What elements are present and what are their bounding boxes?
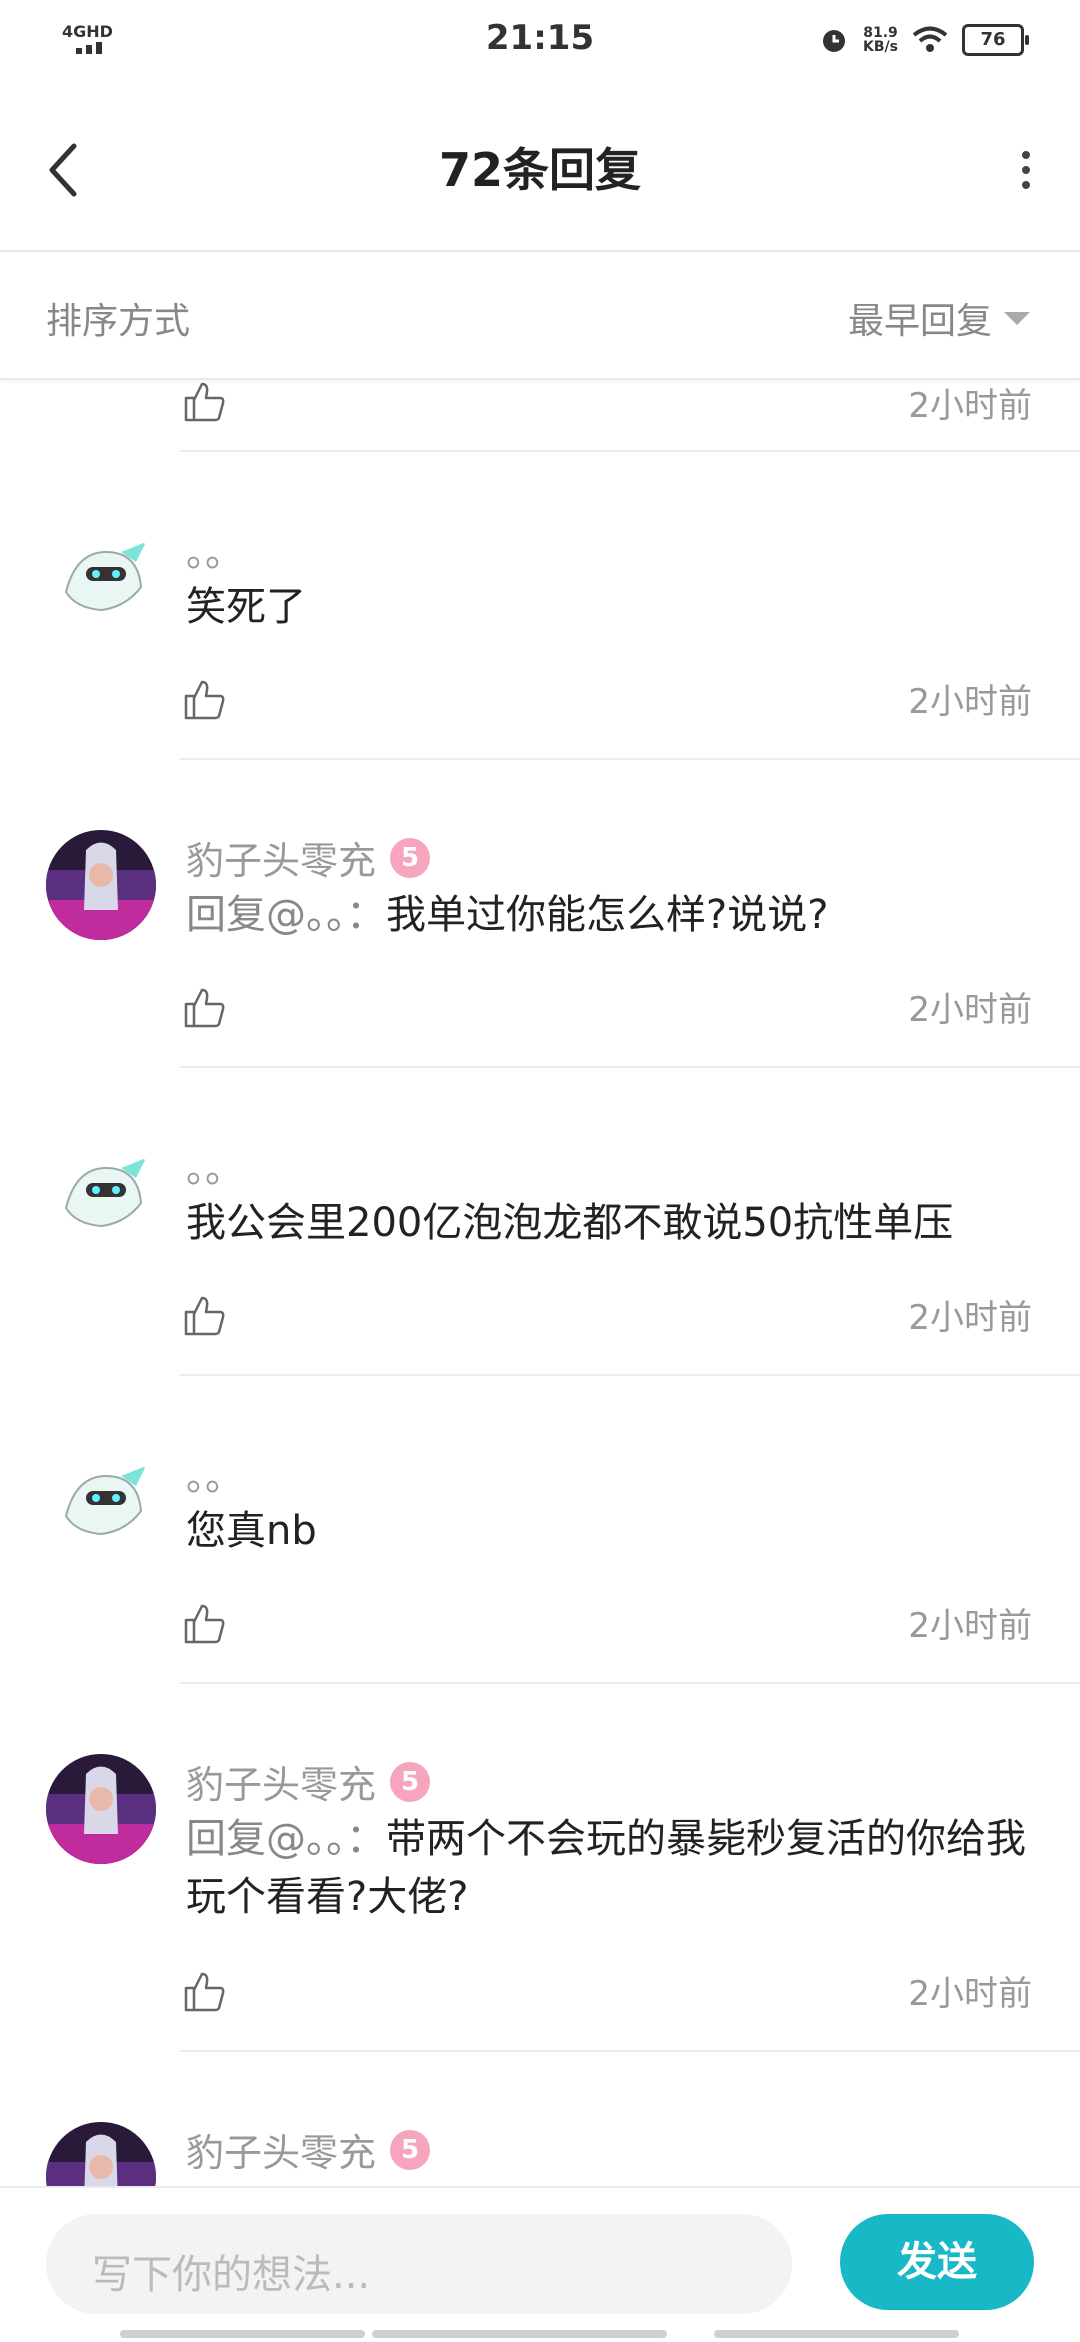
battery-icon: 76: [962, 24, 1029, 56]
comment-text: 笑死了: [186, 584, 306, 630]
wifi-icon: [912, 26, 948, 52]
thumbs-up-icon[interactable]: [182, 986, 226, 1030]
comment-text: 我公会里200亿泡泡龙都不敢说50抗性单压: [186, 1200, 954, 1246]
level-badge: 5: [390, 1761, 431, 1802]
thumbs-up-icon[interactable]: [182, 1970, 226, 2014]
list-item: 。。 您真nb 2小时前: [0, 1376, 1080, 1684]
nav-hint: [714, 2330, 959, 2338]
level-badge: 5: [390, 2129, 431, 2170]
reply-mention[interactable]: 回复@。。：: [186, 892, 386, 938]
thumbs-up-icon[interactable]: [182, 1294, 226, 1338]
alarm-icon: [823, 30, 846, 52]
comment-input[interactable]: 写下你的想法...: [46, 2214, 792, 2314]
list-item: 2小时前: [0, 380, 1080, 452]
net-speed: 81.9 KB/s: [863, 25, 898, 55]
status-bar: 4GHD 21:15 81.9 KB/s 76: [0, 0, 1080, 84]
more-options-icon[interactable]: [1020, 150, 1032, 190]
username[interactable]: 。。: [186, 522, 243, 577]
app-header: 72条回复: [0, 84, 1080, 252]
comment-text: 回复@。。：我单过你能怎么样?说说?: [186, 892, 829, 938]
avatar[interactable]: [46, 2122, 156, 2186]
list-item: 。。 我公会里200亿泡泡龙都不敢说50抗性单压 2小时前: [0, 1068, 1080, 1376]
sort-bar: 排序方式 最早回复: [0, 252, 1080, 380]
composer-bar: 写下你的想法... 发送: [0, 2186, 1080, 2342]
avatar[interactable]: [46, 1446, 156, 1556]
sort-value: 最早回复: [847, 301, 992, 342]
list-item: 豹子头零充 5: [0, 2052, 1080, 2186]
avatar[interactable]: [46, 1754, 156, 1864]
avatar[interactable]: [46, 830, 156, 940]
thumbs-up-icon[interactable]: [182, 380, 226, 424]
username[interactable]: 。。: [186, 1138, 243, 1193]
page-title: 72条回复: [438, 143, 641, 197]
thumbs-up-icon[interactable]: [182, 678, 226, 722]
nav-hint: [120, 2330, 365, 2338]
list-item: 豹子头零充 5 回复@。。：带两个不会玩的暴毙秒复活的你给我玩个看看?大佬? 2小…: [0, 1684, 1080, 2052]
level-badge: 5: [390, 837, 431, 878]
username[interactable]: 豹子头零充 5: [186, 1754, 431, 1809]
reply-list[interactable]: 2小时前 。。 笑死了 2小时前 豹子头零充 5 回复@。。：我单过你能怎么样?说…: [0, 380, 1080, 2186]
sort-label: 排序方式: [46, 301, 191, 342]
sort-dropdown[interactable]: 最早回复: [848, 292, 1030, 344]
thumbs-up-icon[interactable]: [182, 1602, 226, 1646]
comment-text: 您真nb: [186, 1508, 317, 1554]
reply-time: 2小时前: [908, 1974, 1032, 2014]
comment-text: 回复@。。：带两个不会玩的暴毙秒复活的你给我玩个看看?大佬?: [186, 1816, 1026, 1920]
nav-hint: [372, 2330, 667, 2338]
username[interactable]: 豹子头零充 5: [186, 2122, 431, 2177]
username[interactable]: 豹子头零充 5: [186, 830, 431, 885]
reply-time: 2小时前: [908, 990, 1032, 1030]
reply-mention[interactable]: 回复@。。：: [186, 1816, 386, 1862]
avatar[interactable]: [46, 522, 156, 632]
caret-down-icon: [1004, 311, 1030, 325]
reply-time: 2小时前: [908, 682, 1032, 722]
username[interactable]: 。。: [186, 1446, 243, 1501]
avatar[interactable]: [46, 1138, 156, 1248]
send-button[interactable]: 发送: [840, 2214, 1034, 2310]
reply-time: 2小时前: [908, 1298, 1032, 1338]
list-item: 豹子头零充 5 回复@。。：我单过你能怎么样?说说? 2小时前: [0, 760, 1080, 1068]
input-placeholder: 写下你的想法...: [92, 2252, 371, 2298]
reply-time: 2小时前: [908, 1606, 1032, 1646]
reply-time: 2小时前: [908, 386, 1032, 426]
list-item: 。。 笑死了 2小时前: [0, 452, 1080, 760]
